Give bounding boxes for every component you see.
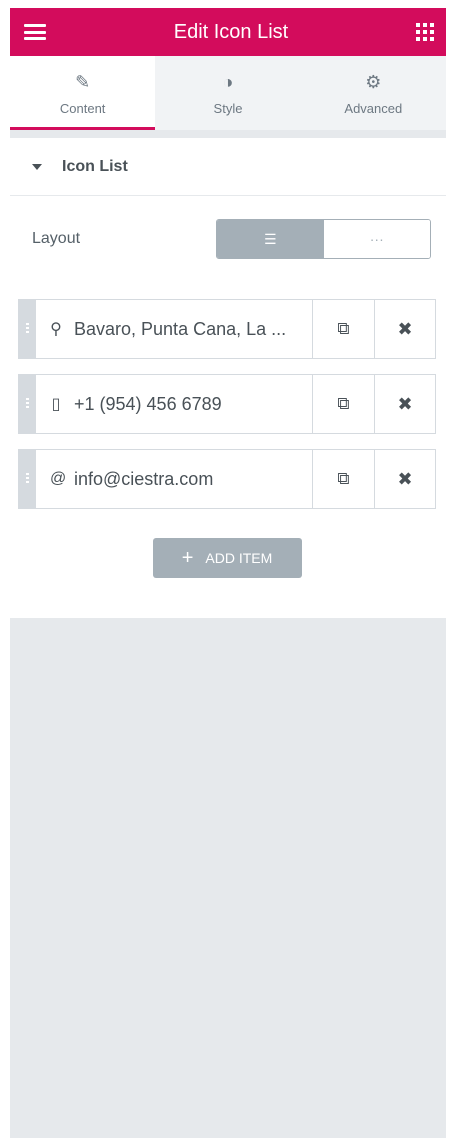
panel-header: Edit Icon List	[10, 8, 446, 56]
duplicate-icon: ⧉	[337, 394, 350, 413]
editor-panel: Edit Icon List ✎ Content ◑ Style ⚙ Advan…	[10, 8, 446, 1138]
contrast-icon: ◑	[222, 71, 234, 92]
close-icon: ✖	[397, 393, 413, 414]
tab-content[interactable]: ✎ Content	[10, 56, 156, 130]
tab-label: Style	[213, 100, 243, 116]
section-title: Icon List	[62, 157, 128, 175]
plus-icon: +	[181, 547, 194, 569]
map-marker-icon: ⚲	[50, 321, 62, 338]
panel-tabs: ✎ Content ◑ Style ⚙ Advanced	[10, 56, 446, 138]
hamburger-icon[interactable]	[24, 24, 46, 40]
list-icon: ☰	[263, 230, 277, 247]
tab-style[interactable]: ◑ Style	[155, 56, 301, 130]
close-icon: ✖	[397, 318, 413, 339]
item-text: info@ciestra.com	[74, 468, 214, 489]
layout-option-list[interactable]: ☰	[217, 220, 324, 258]
remove-button[interactable]: ✖	[374, 375, 435, 433]
remove-button[interactable]: ✖	[374, 300, 435, 358]
layout-control: Layout ☰ ···	[10, 196, 446, 259]
gear-icon: ⚙	[365, 71, 382, 92]
duplicate-button[interactable]: ⧉	[312, 375, 374, 433]
duplicate-button[interactable]: ⧉	[312, 300, 374, 358]
drag-handle[interactable]	[19, 375, 36, 433]
inline-dots-icon: ···	[369, 231, 384, 247]
list-item: ▯ +1 (954) 456 6789 ⧉ ✖	[18, 374, 436, 434]
caret-down-icon	[32, 163, 42, 170]
item-title[interactable]: ▯ +1 (954) 456 6789	[36, 375, 312, 433]
item-text: +1 (954) 456 6789	[74, 393, 222, 414]
pencil-icon: ✎	[75, 71, 91, 92]
add-item-wrap: + ADD ITEM	[18, 524, 436, 578]
drag-handle[interactable]	[19, 300, 36, 358]
layout-option-inline[interactable]: ···	[323, 220, 430, 258]
list-item: ⚲ Bavaro, Punta Cana, La ... ⧉ ✖	[18, 299, 436, 359]
panel-title: Edit Icon List	[173, 20, 289, 43]
item-text: Bavaro, Punta Cana, La ...	[74, 318, 287, 339]
drag-handle[interactable]	[19, 450, 36, 508]
icon-list-repeater: ⚲ Bavaro, Punta Cana, La ... ⧉ ✖ ▯ +1 (9…	[10, 258, 446, 578]
mobile-icon: ▯	[51, 396, 61, 413]
tab-label: Content	[59, 100, 106, 116]
section-content: Icon List Layout ☰ ··· ⚲ Bavaro, Punta C…	[10, 138, 446, 618]
duplicate-icon: ⧉	[337, 319, 350, 338]
at-icon: @	[50, 470, 67, 487]
tab-label: Advanced	[344, 100, 403, 116]
layout-label: Layout	[32, 230, 81, 247]
add-item-button[interactable]: + ADD ITEM	[152, 538, 302, 578]
close-icon: ✖	[397, 468, 413, 489]
add-item-label: ADD ITEM	[205, 550, 273, 566]
layout-choices: ☰ ···	[216, 219, 431, 259]
item-title[interactable]: ⚲ Bavaro, Punta Cana, La ...	[36, 300, 312, 358]
remove-button[interactable]: ✖	[374, 450, 435, 508]
tab-advanced[interactable]: ⚙ Advanced	[300, 56, 446, 130]
duplicate-button[interactable]: ⧉	[312, 450, 374, 508]
item-title[interactable]: @ info@ciestra.com	[36, 450, 312, 508]
grid-icon[interactable]	[415, 23, 434, 41]
duplicate-icon: ⧉	[337, 469, 350, 488]
section-toggle[interactable]: Icon List	[10, 138, 446, 196]
list-item: @ info@ciestra.com ⧉ ✖	[18, 449, 436, 509]
